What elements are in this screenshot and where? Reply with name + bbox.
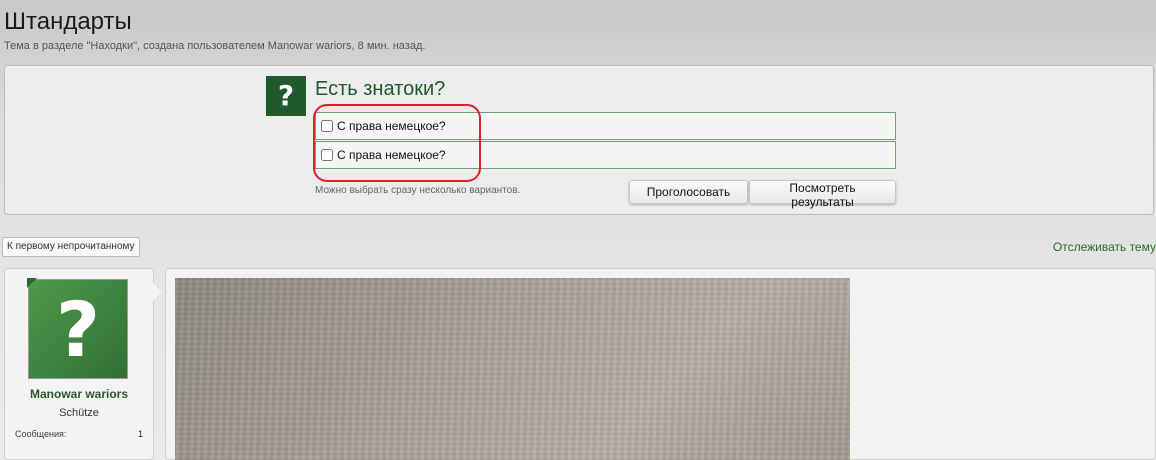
poll-option-checkbox[interactable] (321, 149, 333, 161)
user-card: ? Manowar wariors Schütze Сообщения: 1 (4, 268, 162, 460)
poll-option-label: С права немецкое? (337, 148, 446, 162)
poll-option-checkbox[interactable] (321, 120, 333, 132)
vote-button[interactable]: Проголосовать (629, 180, 748, 204)
first-unread-button[interactable]: К первому непрочитанному (2, 237, 140, 257)
watch-thread-link[interactable]: Отслеживать тему (1053, 240, 1156, 254)
messages-count: 1 (137, 429, 143, 439)
poll-option[interactable]: С права немецкое? (315, 141, 896, 169)
poll-question: Есть знатоки? (315, 78, 446, 100)
avatar-corner-mark (27, 278, 37, 288)
poll-option-label: С права немецкое? (337, 119, 446, 133)
post-image[interactable] (175, 278, 850, 460)
username-link[interactable]: Manowar wariors (5, 387, 153, 401)
page-title: Штандарты (4, 8, 132, 35)
user-title: Schütze (59, 407, 99, 419)
thread-description: Тема в разделе "Находки", создана пользо… (4, 40, 426, 52)
poll-option[interactable]: С права немецкое? (315, 112, 896, 140)
poll-hint: Можно выбрать сразу несколько вариантов. (315, 185, 521, 196)
question-mark-icon: ? (55, 285, 101, 374)
view-results-button[interactable]: Посмотреть результаты (749, 180, 896, 209)
poll-container: ? Есть знатоки? С права немецкое? С прав… (4, 65, 1154, 215)
messages-label: Сообщения: (15, 429, 67, 439)
poll-options: С права немецкое? С права немецкое? (315, 112, 896, 170)
avatar[interactable]: ? (28, 279, 128, 379)
question-mark-icon: ? (266, 76, 306, 116)
